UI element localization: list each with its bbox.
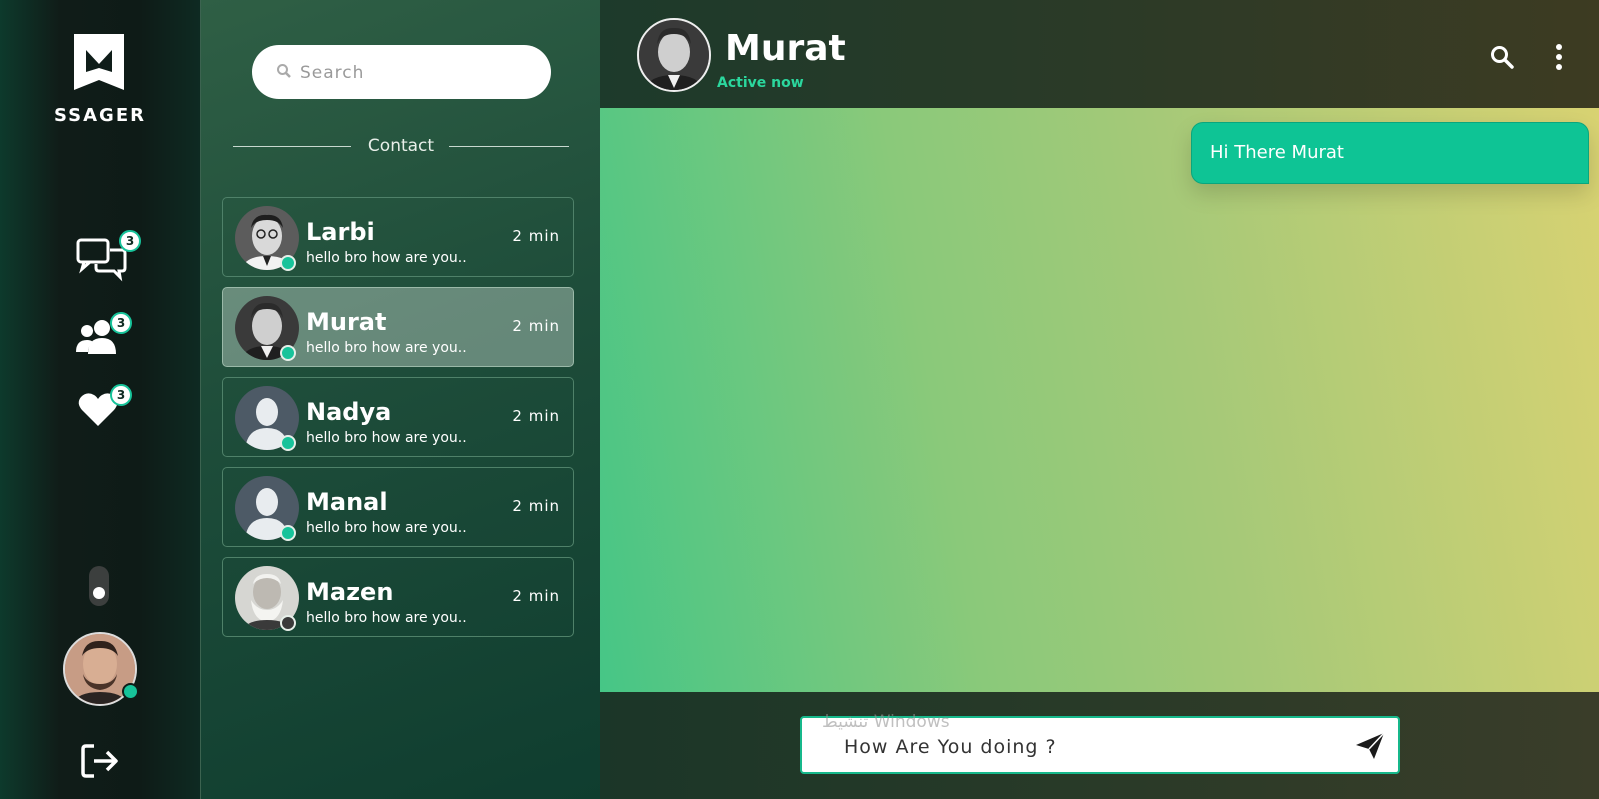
send-button[interactable] bbox=[1354, 731, 1386, 761]
windows-activation-watermark: تنشيط Windows bbox=[822, 712, 950, 732]
contact-item-nadya[interactable]: Nadya 2 min hello bro how are you... bbox=[222, 377, 574, 457]
side-rail: SSAGER 3 3 3 bbox=[0, 0, 200, 799]
message-area: Hi There Murat bbox=[600, 108, 1599, 692]
offline-indicator bbox=[280, 615, 296, 631]
contact-name: Manal bbox=[306, 488, 388, 516]
contact-preview: hello bro how are you... bbox=[306, 520, 466, 536]
contact-item-murat[interactable]: Murat 2 min hello bro how are you... bbox=[222, 287, 574, 367]
more-options-button[interactable] bbox=[1549, 42, 1569, 72]
users-nav-button[interactable]: 3 bbox=[76, 312, 132, 364]
contacts-panel: Contact Larbi 2 min hello bro how are yo… bbox=[200, 0, 601, 799]
chat-header: Murat Active now bbox=[600, 0, 1599, 108]
search-icon bbox=[1491, 46, 1514, 69]
logout-icon bbox=[81, 744, 118, 778]
message-input[interactable] bbox=[842, 730, 1326, 764]
contact-name: Larbi bbox=[306, 218, 375, 246]
search-icon bbox=[277, 64, 291, 78]
contact-name: Murat bbox=[306, 308, 387, 336]
contact-item-mazen[interactable]: Mazen 2 min hello bro how are you... bbox=[222, 557, 574, 637]
chat-partner-avatar[interactable] bbox=[637, 18, 711, 92]
search-box[interactable] bbox=[252, 45, 551, 99]
contact-name: Nadya bbox=[306, 398, 392, 426]
users-badge: 3 bbox=[110, 312, 132, 334]
contact-item-larbi[interactable]: Larbi 2 min hello bro how are you... bbox=[222, 197, 574, 277]
sent-message-bubble: Hi There Murat bbox=[1191, 122, 1589, 184]
chat-search-button[interactable] bbox=[1489, 44, 1515, 70]
contact-time: 2 min bbox=[512, 407, 560, 425]
contact-time: 2 min bbox=[512, 497, 560, 515]
divider-line bbox=[449, 146, 569, 147]
contact-preview: hello bro how are you... bbox=[306, 610, 466, 626]
favorites-badge: 3 bbox=[110, 384, 132, 406]
logout-button[interactable] bbox=[80, 742, 120, 780]
contact-time: 2 min bbox=[512, 587, 560, 605]
contact-time: 2 min bbox=[512, 227, 560, 245]
message-text: Hi There Murat bbox=[1210, 142, 1344, 163]
send-icon bbox=[1356, 732, 1385, 759]
contact-item-manal[interactable]: Manal 2 min hello bro how are you... bbox=[222, 467, 574, 547]
logo-icon bbox=[72, 32, 126, 92]
contact-preview: hello bro how are you... bbox=[306, 250, 466, 266]
online-indicator bbox=[280, 345, 296, 361]
theme-toggle[interactable] bbox=[89, 566, 109, 606]
chat-partner-status: Active now bbox=[717, 75, 804, 91]
toggle-knob bbox=[93, 587, 105, 599]
user-online-indicator bbox=[122, 683, 139, 700]
online-indicator bbox=[280, 435, 296, 451]
chats-nav-button[interactable]: 3 bbox=[76, 230, 141, 282]
more-vertical-icon bbox=[1556, 44, 1562, 70]
chats-badge: 3 bbox=[119, 230, 141, 252]
contact-preview: hello bro how are you... bbox=[306, 430, 466, 446]
contact-time: 2 min bbox=[512, 317, 560, 335]
brand-name: SSAGER bbox=[54, 105, 146, 126]
contact-name: Mazen bbox=[306, 578, 394, 606]
chat-footer bbox=[600, 692, 1599, 799]
favorites-nav-button[interactable]: 3 bbox=[76, 384, 132, 436]
online-indicator bbox=[280, 255, 296, 271]
chat-partner-name: Murat bbox=[725, 28, 846, 69]
contact-preview: hello bro how are you... bbox=[306, 340, 466, 356]
search-input[interactable] bbox=[298, 55, 532, 91]
contact-section-divider: Contact bbox=[233, 136, 569, 156]
online-indicator bbox=[280, 525, 296, 541]
